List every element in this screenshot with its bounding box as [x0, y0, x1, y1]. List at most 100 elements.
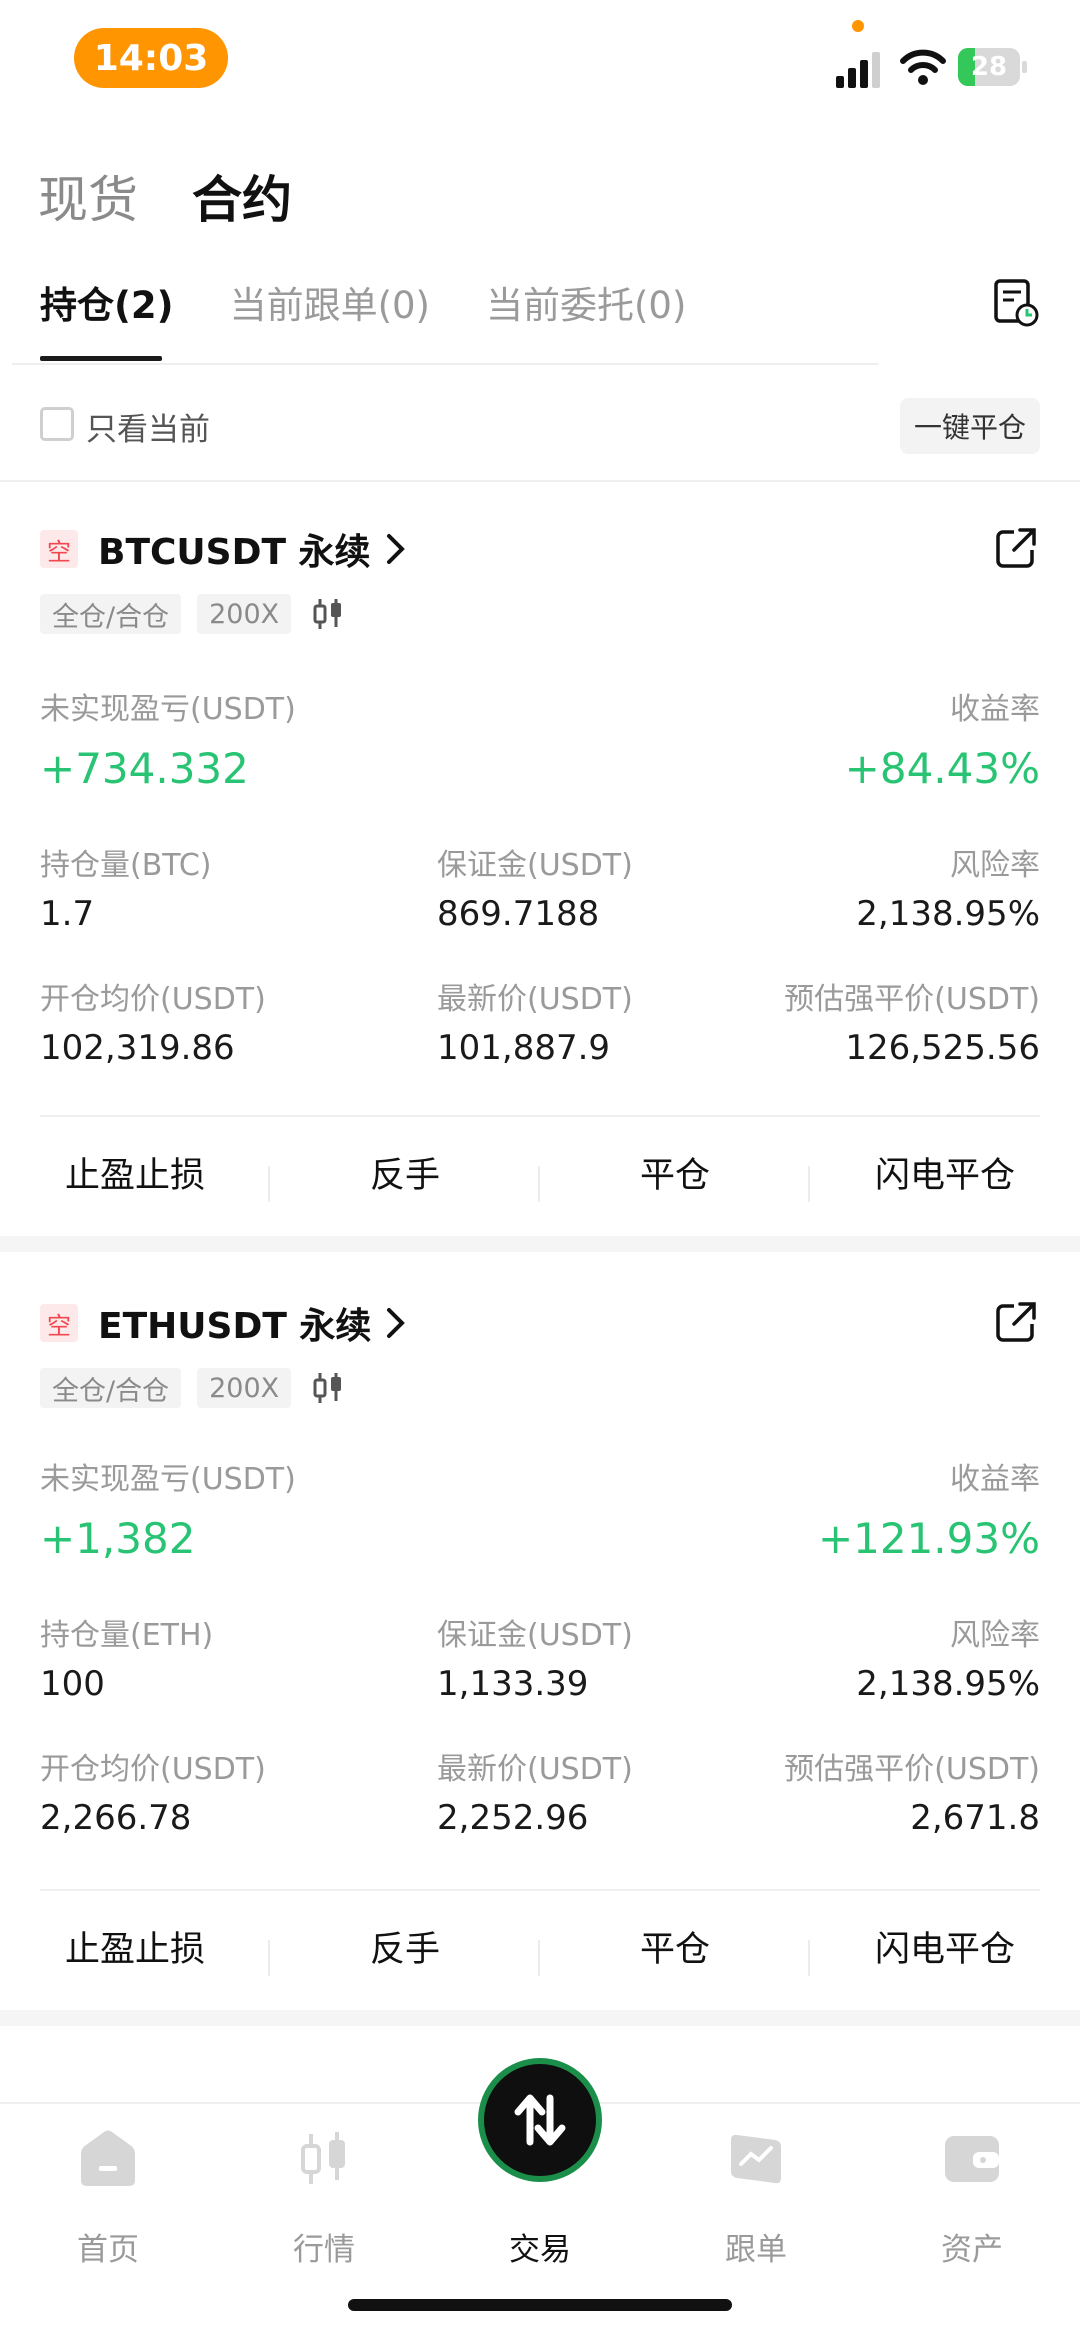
- chevron-right-icon: [386, 534, 405, 564]
- liq-price-value: 126,525.56: [845, 1028, 1040, 1068]
- flash-close-button[interactable]: 闪电平仓: [810, 1146, 1080, 1206]
- entry-price-value: 102,319.86: [40, 1028, 235, 1068]
- tab-positions[interactable]: 持仓(2): [40, 275, 174, 329]
- cellular-signal-icon: [836, 52, 880, 88]
- nav-market-label: 行情: [293, 2232, 355, 2268]
- margin-mode-tag: 全仓/合仓: [40, 594, 182, 634]
- pnl-value: +1,382: [40, 1514, 196, 1563]
- share-icon[interactable]: [994, 526, 1038, 570]
- entry-price-label: 开仓均价(USDT): [40, 1752, 266, 1787]
- filter-divider: [0, 480, 1080, 482]
- home-indicator[interactable]: [348, 2299, 732, 2311]
- tab-open-orders[interactable]: 当前委托(0): [486, 275, 686, 329]
- pnl-value: +734.332: [40, 744, 249, 793]
- close-position-button[interactable]: 平仓: [540, 1146, 810, 1206]
- active-tab-indicator: [40, 356, 162, 361]
- current-only-label[interactable]: 只看当前: [86, 404, 210, 449]
- side-badge: 空: [40, 1304, 78, 1342]
- tab-copy-orders[interactable]: 当前跟单(0): [230, 275, 430, 329]
- flash-close-button[interactable]: 闪电平仓: [810, 1920, 1080, 1980]
- card-divider: [40, 1889, 1040, 1891]
- symbol-label: BTCUSDT 永续: [98, 532, 371, 573]
- trade-center-button[interactable]: [478, 2058, 602, 2182]
- liq-price-label: 预估强平价(USDT): [784, 1752, 1040, 1787]
- size-label: 持仓量(BTC): [40, 848, 212, 883]
- risk-value: 2,138.95%: [856, 894, 1040, 934]
- size-value: 1.7: [40, 894, 95, 934]
- entry-price-value: 2,266.78: [40, 1798, 192, 1838]
- roe-value: +84.43%: [844, 744, 1040, 793]
- roe-value: +121.93%: [817, 1514, 1040, 1563]
- chevron-right-icon: [387, 1308, 406, 1338]
- close-all-button[interactable]: 一键平仓: [900, 398, 1040, 454]
- current-only-checkbox[interactable]: [40, 407, 74, 441]
- position-actions: 止盈止损 反手 平仓 闪电平仓: [0, 1920, 1080, 1980]
- margin-value: 869.7188: [437, 894, 600, 934]
- margin-label: 保证金(USDT): [437, 848, 633, 883]
- pnl-label: 未实现盈亏(USDT): [40, 692, 296, 727]
- size-value: 100: [40, 1664, 105, 1704]
- position-header[interactable]: 空 ETHUSDT 永续: [40, 1298, 407, 1348]
- risk-label: 风险率: [950, 1618, 1040, 1653]
- swap-arrows-icon: [514, 2094, 566, 2146]
- position-header[interactable]: 空 BTCUSDT 永续: [40, 524, 407, 574]
- nav-trade-label: 交易: [509, 2232, 571, 2268]
- roe-label: 收益率: [950, 1462, 1040, 1497]
- position-card: 空 ETHUSDT 永续 全仓/合仓 200X 未实现盈亏(USDT) 收益率 …: [0, 1258, 1080, 2018]
- copy-trade-icon: [731, 2134, 781, 2184]
- entry-price-label: 开仓均价(USDT): [40, 982, 266, 1017]
- status-bar: 14:03 28: [0, 0, 1080, 110]
- wifi-icon: [900, 49, 946, 85]
- position-tags: 全仓/合仓 200X: [40, 1368, 345, 1408]
- nav-copy-trade-label: 跟单: [725, 2232, 787, 2268]
- size-label: 持仓量(ETH): [40, 1618, 214, 1653]
- margin-mode-tag: 全仓/合仓: [40, 1368, 182, 1408]
- mark-price-value: 101,887.9: [437, 1028, 611, 1068]
- status-time: 14:03: [74, 28, 228, 88]
- risk-value: 2,138.95%: [856, 1664, 1040, 1704]
- side-badge: 空: [40, 530, 78, 568]
- position-tags: 全仓/合仓 200X: [40, 594, 345, 634]
- card-gap: [0, 1236, 1080, 1252]
- roe-label: 收益率: [950, 692, 1040, 727]
- mark-price-label: 最新价(USDT): [437, 1752, 633, 1787]
- share-icon[interactable]: [994, 1300, 1038, 1344]
- candlestick-icon[interactable]: [311, 1371, 345, 1405]
- home-icon: [81, 2130, 135, 2186]
- nav-assets-label: 资产: [941, 2232, 1003, 2268]
- leverage-tag[interactable]: 200X: [197, 1368, 292, 1408]
- card-divider: [40, 1115, 1040, 1117]
- tabs-divider: [12, 363, 878, 365]
- card-gap: [0, 2010, 1080, 2026]
- battery-percent: 28: [970, 52, 1008, 82]
- nav-home-label: 首页: [77, 2232, 139, 2268]
- market-type-tabs: 现货 合约: [38, 160, 292, 232]
- mark-price-value: 2,252.96: [437, 1798, 589, 1838]
- liq-price-label: 预估强平价(USDT): [784, 982, 1040, 1017]
- tp-sl-button[interactable]: 止盈止损: [0, 1146, 270, 1206]
- tp-sl-button[interactable]: 止盈止损: [0, 1920, 270, 1980]
- candlestick-icon[interactable]: [311, 597, 345, 631]
- battery-icon: 28: [958, 48, 1028, 86]
- margin-label: 保证金(USDT): [437, 1618, 633, 1653]
- filter-row: 只看当前 一键平仓: [40, 398, 1040, 458]
- margin-value: 1,133.39: [437, 1664, 589, 1704]
- position-card: 空 BTCUSDT 永续 全仓/合仓 200X 未实现盈亏(USDT) 收益率 …: [0, 484, 1080, 1244]
- tab-spot[interactable]: 现货: [38, 160, 138, 232]
- wallet-icon: [945, 2136, 999, 2182]
- tab-futures[interactable]: 合约: [192, 160, 292, 232]
- risk-label: 风险率: [950, 848, 1040, 883]
- liq-price-value: 2,671.8: [910, 1798, 1040, 1838]
- pnl-label: 未实现盈亏(USDT): [40, 1462, 296, 1497]
- reverse-button[interactable]: 反手: [270, 1920, 540, 1980]
- position-tabs: 持仓(2) 当前跟单(0) 当前委托(0): [40, 275, 742, 329]
- market-icon: [301, 2132, 345, 2184]
- order-history-icon[interactable]: [992, 278, 1040, 328]
- reverse-button[interactable]: 反手: [270, 1146, 540, 1206]
- position-actions: 止盈止损 反手 平仓 闪电平仓: [0, 1146, 1080, 1206]
- close-position-button[interactable]: 平仓: [540, 1920, 810, 1980]
- recording-dot: [852, 20, 864, 32]
- leverage-tag[interactable]: 200X: [197, 594, 292, 634]
- symbol-label: ETHUSDT 永续: [98, 1306, 372, 1347]
- mark-price-label: 最新价(USDT): [437, 982, 633, 1017]
